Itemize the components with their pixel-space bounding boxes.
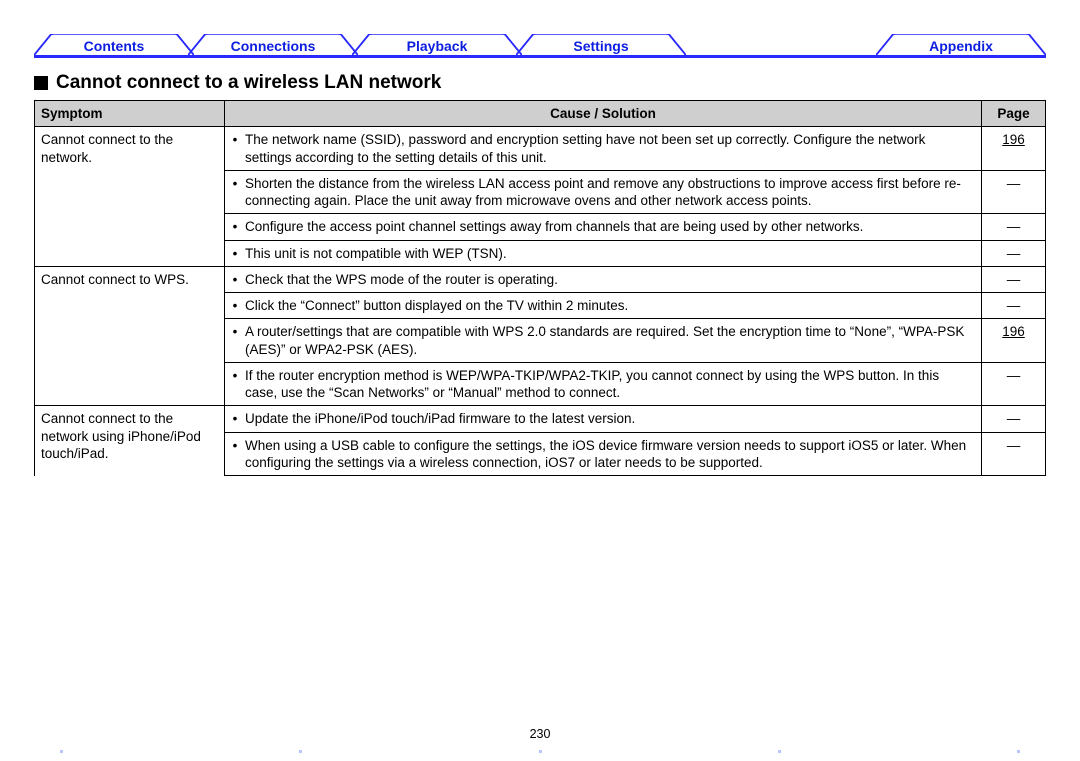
cause-text: This unit is not compatible with WEP (TS…: [245, 245, 975, 262]
dot-icon: [539, 750, 542, 753]
page-cell: —: [982, 266, 1046, 292]
bullet-icon: •: [231, 131, 239, 166]
bullet-icon: •: [231, 271, 239, 288]
symptom-cell: Cannot connect to the network.: [35, 127, 225, 267]
cause-cell: • The network name (SSID), password and …: [225, 127, 982, 171]
bullet-icon: •: [231, 297, 239, 314]
page-dash: —: [1007, 298, 1021, 313]
dot-icon: [299, 750, 302, 753]
tab-contents[interactable]: Contents: [34, 34, 194, 56]
page-cell: —: [982, 170, 1046, 214]
cause-text: When using a USB cable to configure the …: [245, 437, 975, 472]
cause-cell: • Configure the access point channel set…: [225, 214, 982, 240]
tab-playback-label: Playback: [407, 38, 468, 54]
bullet-icon: •: [231, 218, 239, 235]
cause-text: If the router encryption method is WEP/W…: [245, 367, 975, 402]
tab-connections[interactable]: Connections: [188, 34, 358, 56]
bullet-icon: •: [231, 367, 239, 402]
table-row: Cannot connect to WPS. • Check that the …: [35, 266, 1046, 292]
th-cause: Cause / Solution: [225, 101, 982, 127]
page-link[interactable]: 196: [1002, 324, 1025, 339]
tab-appendix[interactable]: Appendix: [876, 34, 1046, 56]
cause-cell: • When using a USB cable to configure th…: [225, 432, 982, 476]
dot-icon: [60, 750, 63, 753]
page-dash: —: [1007, 272, 1021, 287]
page-dash: —: [1007, 438, 1021, 453]
page-dash: —: [1007, 411, 1021, 426]
cause-text: Check that the WPS mode of the router is…: [245, 271, 975, 288]
bullet-icon: •: [231, 175, 239, 210]
cause-text: The network name (SSID), password and en…: [245, 131, 975, 166]
bullet-icon: •: [231, 323, 239, 358]
tab-playback[interactable]: Playback: [352, 34, 522, 56]
cause-cell: • Click the “Connect” button displayed o…: [225, 293, 982, 319]
cause-text: Configure the access point channel setti…: [245, 218, 975, 235]
tab-settings-label: Settings: [573, 38, 628, 54]
square-bullet-icon: [34, 76, 48, 90]
bullet-icon: •: [231, 437, 239, 472]
section-title: Cannot connect to a wireless LAN network: [56, 72, 441, 94]
cause-cell: • Update the iPhone/iPod touch/iPad firm…: [225, 406, 982, 432]
cause-cell: • Shorten the distance from the wireless…: [225, 170, 982, 214]
page-cell: —: [982, 432, 1046, 476]
nav-tabs: Contents Connections Playback Settings A…: [34, 28, 1046, 56]
cause-text: Update the iPhone/iPod touch/iPad firmwa…: [245, 410, 975, 427]
troubleshooting-table: Symptom Cause / Solution Page Cannot con…: [34, 100, 1046, 476]
tab-appendix-label: Appendix: [929, 38, 993, 54]
dot-icon: [778, 750, 781, 753]
page-dash: —: [1007, 246, 1021, 261]
page-cell: —: [982, 214, 1046, 240]
cause-cell: • Check that the WPS mode of the router …: [225, 266, 982, 292]
cause-cell: • This unit is not compatible with WEP (…: [225, 240, 982, 266]
page-cell[interactable]: 196: [982, 127, 1046, 171]
page-cell[interactable]: 196: [982, 319, 1046, 363]
page-cell: —: [982, 240, 1046, 266]
table-row: Cannot connect to the network. • The net…: [35, 127, 1046, 171]
bullet-icon: •: [231, 245, 239, 262]
page-link[interactable]: 196: [1002, 132, 1025, 147]
page-cell: —: [982, 293, 1046, 319]
page-dash: —: [1007, 219, 1021, 234]
tab-connections-label: Connections: [231, 38, 316, 54]
page-number: 230: [0, 727, 1080, 741]
dot-icon: [1017, 750, 1020, 753]
footer-nav-dots: [60, 750, 1020, 753]
cause-cell: • If the router encryption method is WEP…: [225, 362, 982, 406]
table-header-row: Symptom Cause / Solution Page: [35, 101, 1046, 127]
page-cell: —: [982, 362, 1046, 406]
th-page: Page: [982, 101, 1046, 127]
tab-contents-label: Contents: [84, 38, 145, 54]
page-dash: —: [1007, 368, 1021, 383]
cause-text: Click the “Connect” button displayed on …: [245, 297, 975, 314]
table-row: Cannot connect to the network using iPho…: [35, 406, 1046, 432]
tab-settings[interactable]: Settings: [516, 34, 686, 56]
cause-cell: • A router/settings that are compatible …: [225, 319, 982, 363]
cause-text: A router/settings that are compatible wi…: [245, 323, 975, 358]
th-symptom: Symptom: [35, 101, 225, 127]
page-cell: —: [982, 406, 1046, 432]
section-heading: Cannot connect to a wireless LAN network: [34, 72, 1046, 94]
cause-text: Shorten the distance from the wireless L…: [245, 175, 975, 210]
symptom-cell: Cannot connect to the network using iPho…: [35, 406, 225, 476]
bullet-icon: •: [231, 410, 239, 427]
page-dash: —: [1007, 176, 1021, 191]
symptom-cell: Cannot connect to WPS.: [35, 266, 225, 406]
